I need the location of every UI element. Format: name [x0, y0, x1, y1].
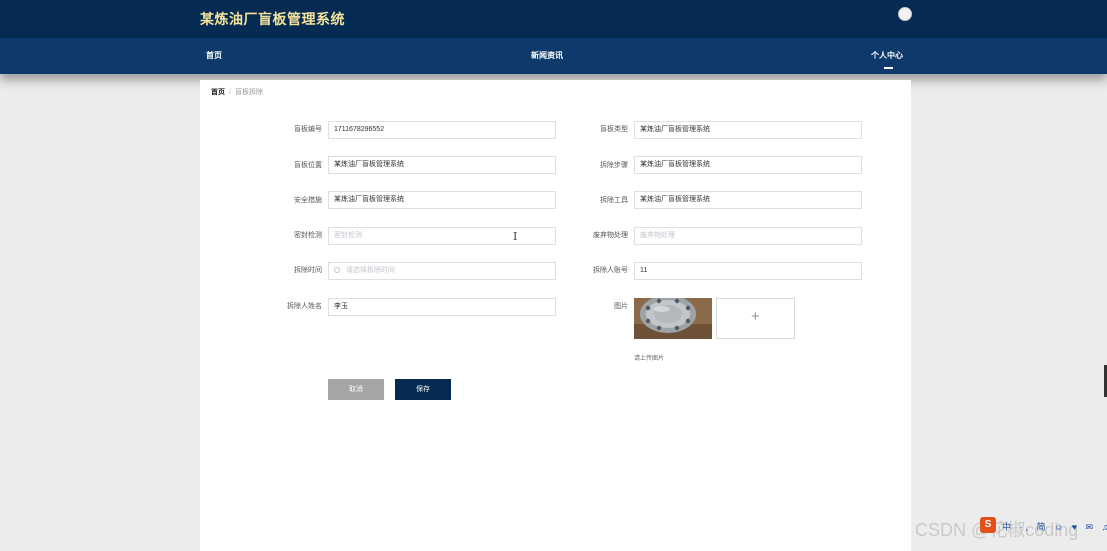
remover-account-label: 拆除人账号: [593, 267, 628, 274]
uploaded-blind-flange-image[interactable]: [634, 298, 712, 339]
breadcrumb-current: 盲板拆除: [234, 89, 263, 96]
breadcrumb-separator: /: [229, 89, 231, 96]
save-button[interactable]: 保存: [395, 379, 451, 400]
seal-check-label: 密封检测: [294, 232, 322, 239]
blind-type-label: 盲板类型: [600, 126, 628, 133]
blind-flange-photo: [634, 298, 712, 339]
removal-time-placeholder: 请选择拆除时间: [346, 267, 395, 274]
blind-type-input[interactable]: 某炼油厂盲板管理系统: [634, 121, 862, 139]
removal-tools-label: 拆除工具: [600, 197, 628, 204]
plus-icon: +: [751, 308, 760, 325]
main-nav: 首页 新闻资讯 个人中心: [0, 38, 1107, 74]
app-title: 某炼油厂盲板管理系统: [200, 11, 345, 27]
breadcrumb: 首页 / 盲板拆除: [211, 87, 263, 97]
clock-icon: [334, 267, 340, 273]
breadcrumb-home[interactable]: 首页: [211, 89, 225, 96]
removal-time-label: 拆除时间: [294, 267, 322, 274]
active-nav-indicator: [884, 67, 893, 69]
nav-item-news[interactable]: 新闻资讯: [531, 50, 563, 61]
removal-steps-input[interactable]: 某炼油厂盲板管理系统: [634, 156, 862, 174]
text-cursor-icon: I: [513, 230, 518, 243]
remover-name-label: 拆除人姓名: [287, 303, 322, 310]
sogou-logo-icon: S: [980, 517, 996, 533]
blind-location-label: 盲板位置: [294, 162, 322, 169]
removal-tools-input[interactable]: 某炼油厂盲板管理系统: [634, 191, 862, 209]
safety-measures-label: 安全措施: [294, 197, 322, 204]
removal-time-picker[interactable]: 请选择拆除时间: [328, 262, 556, 280]
ime-tray-icons: 中 ·, 简 ☺ ♥ ✉ ♫ ⚙: [1002, 522, 1107, 532]
waste-disposal-label: 废弃物处理: [593, 232, 628, 239]
blind-no-label: 盲板编号: [294, 126, 322, 133]
top-header-bar: 某炼油厂盲板管理系统: [0, 0, 1107, 38]
remover-name-input[interactable]: 李玉: [328, 298, 556, 316]
image-label: 图片: [614, 303, 628, 310]
blind-location-input[interactable]: 某炼油厂盲板管理系统: [328, 156, 556, 174]
blind-no-input[interactable]: 1711678296552: [328, 121, 556, 139]
seal-check-input[interactable]: 密封检测: [328, 227, 556, 245]
upload-hint-text: 请上传图片: [634, 356, 665, 362]
image-upload-button[interactable]: +: [716, 298, 795, 339]
nav-item-personal-center[interactable]: 个人中心: [871, 50, 903, 61]
cancel-button[interactable]: 取消: [328, 379, 384, 400]
waste-disposal-input[interactable]: 废弃物处理: [634, 227, 862, 245]
remover-account-input[interactable]: 11: [634, 262, 862, 280]
safety-measures-input[interactable]: 某炼油厂盲板管理系统: [328, 191, 556, 209]
ime-toolbar: S 中 ·, 简 ☺ ♥ ✉ ♫ ⚙: [980, 515, 1107, 537]
removal-steps-label: 拆除步骤: [600, 162, 628, 169]
nav-item-home[interactable]: 首页: [206, 50, 222, 61]
user-avatar-icon[interactable]: [898, 7, 912, 21]
